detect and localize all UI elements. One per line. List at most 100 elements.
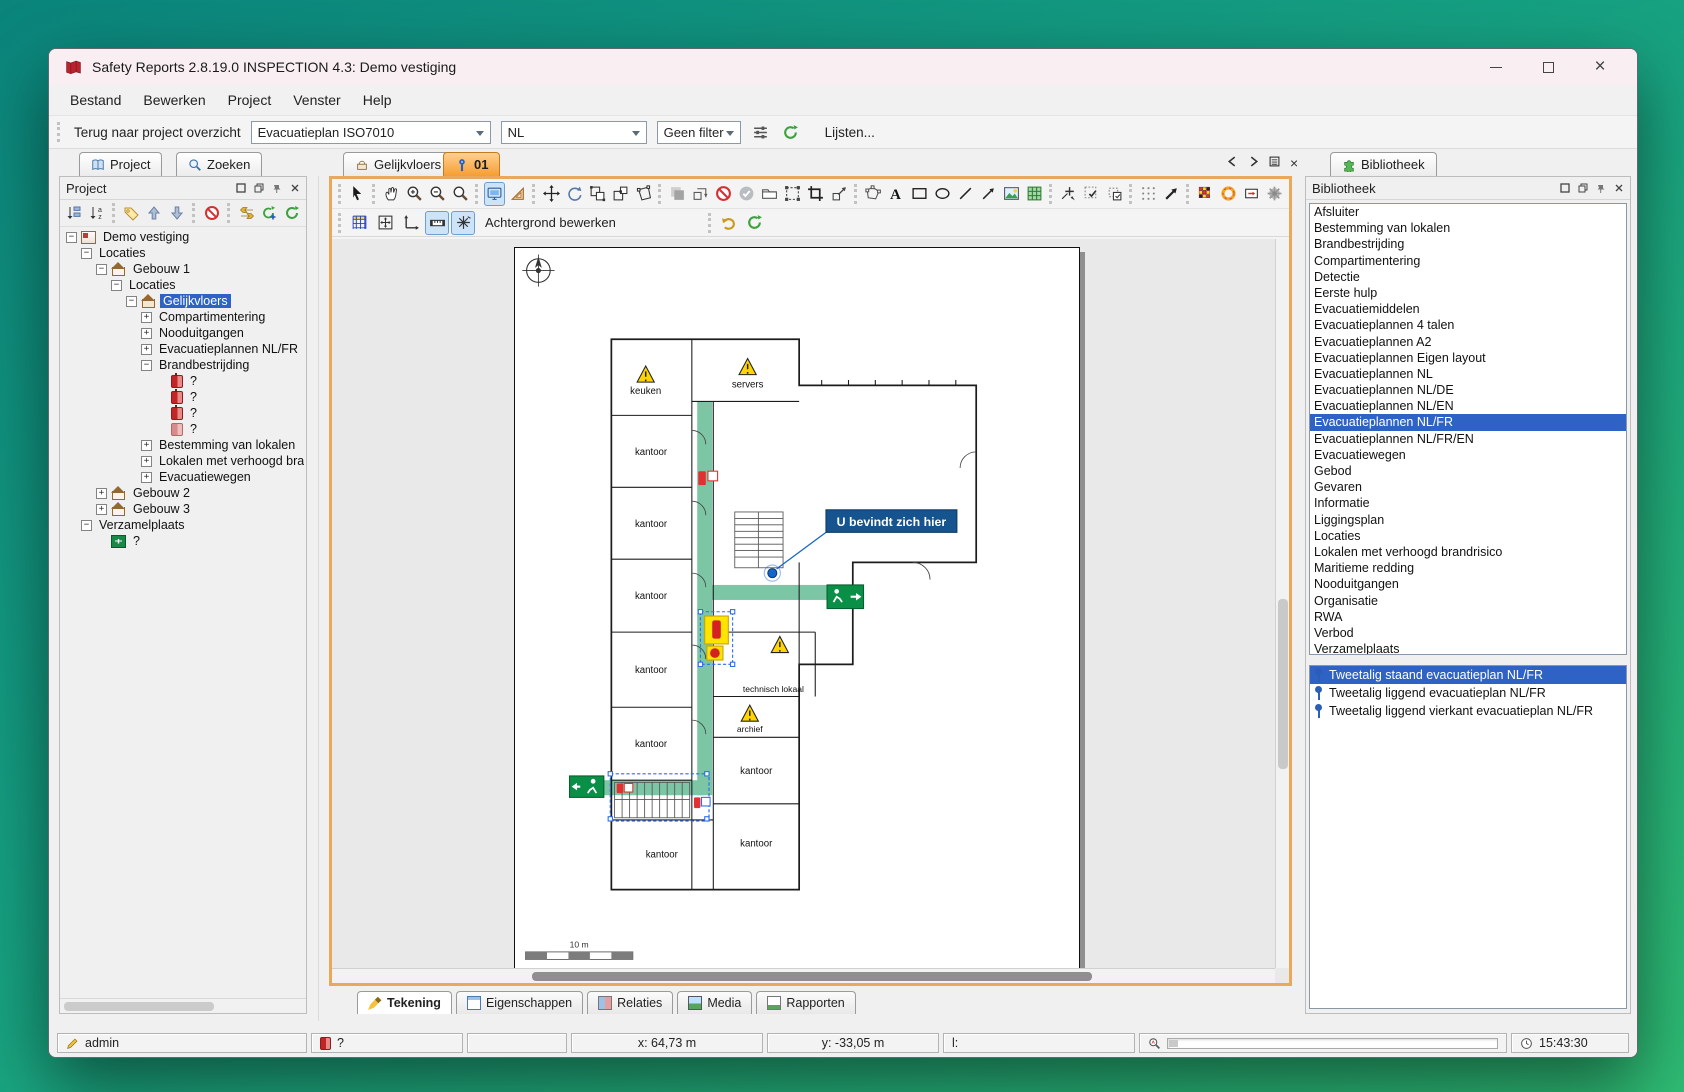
library-item[interactable]: Gevaren: [1310, 479, 1626, 495]
template-item[interactable]: Tweetalig liggend evacuatieplan NL/FR: [1310, 684, 1626, 702]
tree-item[interactable]: +Compartimentering: [62, 309, 304, 325]
plan-type-combobox[interactable]: Evacuatieplan ISO7010: [251, 121, 491, 144]
snap-grid-icon[interactable]: [1081, 182, 1102, 206]
close-button[interactable]: ×: [1593, 60, 1607, 74]
tab-sheet-01[interactable]: 01: [443, 152, 500, 176]
canvas-hscrollbar[interactable]: [332, 968, 1275, 983]
sort-descending-icon[interactable]: az: [87, 203, 107, 223]
library-item[interactable]: Evacuatieplannen NL/DE: [1310, 382, 1626, 398]
close-panel-icon[interactable]: [1614, 181, 1624, 196]
tree-item[interactable]: +Nooduitgangen: [62, 325, 304, 341]
library-item[interactable]: Evacuatieplannen NL/FR/EN: [1310, 431, 1626, 447]
copy-icon[interactable]: [667, 182, 688, 206]
tree-expander-icon[interactable]: +: [141, 328, 152, 339]
library-item[interactable]: Nooduitgangen: [1310, 576, 1626, 592]
panel-splitter[interactable]: [318, 176, 319, 1021]
move-down-icon[interactable]: [167, 203, 187, 223]
fit-screen-icon[interactable]: [484, 182, 505, 206]
move-up-icon[interactable]: [144, 203, 164, 223]
tree-item[interactable]: −Demo vestiging: [62, 229, 304, 245]
library-item[interactable]: Bestemming van lokalen: [1310, 220, 1626, 236]
rotate-object-icon[interactable]: [564, 182, 585, 206]
tab-eigenschappen[interactable]: Eigenschappen: [456, 991, 583, 1014]
library-item[interactable]: Maritieme redding: [1310, 560, 1626, 576]
tree-item[interactable]: −Gebouw 1: [62, 261, 304, 277]
move-object-icon[interactable]: [541, 182, 562, 206]
tree-item[interactable]: ?: [62, 405, 304, 421]
tree-expander-icon[interactable]: +: [96, 504, 107, 515]
restore-panel-icon[interactable]: [1560, 181, 1570, 196]
pin-panel-icon[interactable]: [1596, 181, 1606, 196]
menu-venster[interactable]: Venster: [282, 88, 351, 112]
corridor-marker[interactable]: [694, 797, 710, 808]
library-item[interactable]: Evacuatieplannen NL/FR: [1310, 414, 1626, 430]
float-panel-icon[interactable]: [254, 181, 264, 196]
library-item[interactable]: Verzamelplaats: [1310, 641, 1626, 655]
tree-item[interactable]: −Brandbestrijding: [62, 357, 304, 373]
float-panel-icon[interactable]: [1578, 181, 1588, 196]
edit-background-button[interactable]: Achtergrond bewerken: [485, 215, 616, 230]
tree-expander-icon[interactable]: +: [141, 456, 152, 467]
snap-north-toggle-icon[interactable]: [451, 211, 475, 235]
tree-item[interactable]: ?: [62, 421, 304, 437]
library-item[interactable]: Evacuatieplannen 4 talen: [1310, 317, 1626, 333]
zoom-tool-icon[interactable]: [450, 182, 471, 206]
plan-page[interactable]: U bevindt zich hier keukenserverskantoor…: [514, 247, 1080, 969]
tree-item[interactable]: ?: [62, 533, 304, 549]
tab-tekening[interactable]: Tekening: [357, 991, 452, 1014]
maximize-button[interactable]: [1541, 60, 1555, 74]
tab-relaties[interactable]: Relaties: [587, 991, 673, 1014]
zoom-out-tool-icon[interactable]: [427, 182, 448, 206]
tree-item[interactable]: +Gebouw 3: [62, 501, 304, 517]
library-item[interactable]: Evacuatieplannen NL: [1310, 366, 1626, 382]
project-tree-hscrollbar[interactable]: [60, 998, 306, 1013]
menu-project[interactable]: Project: [217, 88, 283, 112]
close-panel-icon[interactable]: [290, 181, 300, 196]
zoom-in-tool-icon[interactable]: [404, 182, 425, 206]
menu-help[interactable]: Help: [352, 88, 403, 112]
tab-bibliotheek[interactable]: Bibliotheek: [1330, 152, 1437, 176]
ellipse-tool-icon[interactable]: [932, 182, 953, 206]
image-tool-icon[interactable]: [1001, 182, 1022, 206]
grid-points-icon[interactable]: [1138, 182, 1159, 206]
scale-object-icon[interactable]: [587, 182, 608, 206]
tab-rapporten[interactable]: Rapporten: [756, 991, 855, 1014]
tab-project[interactable]: Project: [79, 152, 162, 176]
library-item[interactable]: Evacuatiemiddelen: [1310, 301, 1626, 317]
back-to-project-button[interactable]: Terug naar project overzicht: [74, 125, 241, 140]
tree-expander-icon[interactable]: +: [96, 488, 107, 499]
filter-combobox[interactable]: Geen filter: [657, 121, 741, 144]
pan-tool-icon[interactable]: [381, 182, 402, 206]
sort-ascending-icon[interactable]: [64, 203, 84, 223]
distort-object-icon[interactable]: [633, 182, 654, 206]
tab-list-icon[interactable]: [1269, 156, 1280, 170]
select-tool-icon[interactable]: [347, 182, 368, 206]
tree-item[interactable]: ?: [62, 389, 304, 405]
zoom-slider-thumb[interactable]: [1169, 1040, 1178, 1047]
snap-object-icon[interactable]: [1104, 182, 1125, 206]
library-item[interactable]: Locaties: [1310, 528, 1626, 544]
template-item[interactable]: Tweetalig staand evacuatieplan NL/FR: [1310, 666, 1626, 684]
text-tool-icon[interactable]: A: [885, 182, 906, 206]
tree-expander-icon[interactable]: −: [66, 232, 77, 243]
library-item[interactable]: Informatie: [1310, 495, 1626, 511]
arrow-tool-icon[interactable]: [978, 182, 999, 206]
tree-expander-icon[interactable]: −: [96, 264, 107, 275]
tree-expander-icon[interactable]: −: [81, 520, 92, 531]
tree-item[interactable]: +Lokalen met verhoogd brand: [62, 453, 304, 469]
library-item[interactable]: Evacuatieplannen Eigen layout: [1310, 350, 1626, 366]
language-combobox[interactable]: NL: [501, 121, 647, 144]
tree-expander-icon[interactable]: −: [126, 296, 137, 307]
route-start-marker[interactable]: [617, 783, 633, 793]
template-item[interactable]: Tweetalig liggend vierkant evacuatieplan…: [1310, 702, 1626, 720]
axes-origin-icon[interactable]: [399, 211, 423, 235]
repeat-copy-icon[interactable]: [690, 182, 711, 206]
forbid-icon[interactable]: [713, 182, 734, 206]
tree-expander-icon[interactable]: +: [141, 472, 152, 483]
tab-gelijkvloers[interactable]: Gelijkvloers: [343, 152, 453, 176]
tree-item[interactable]: −Locaties: [62, 245, 304, 261]
tree-expander-icon[interactable]: −: [111, 280, 122, 291]
restore-panel-icon[interactable]: [236, 181, 246, 196]
canvas-vscrollbar[interactable]: [1275, 239, 1289, 968]
tree-expander-icon[interactable]: +: [141, 440, 152, 451]
